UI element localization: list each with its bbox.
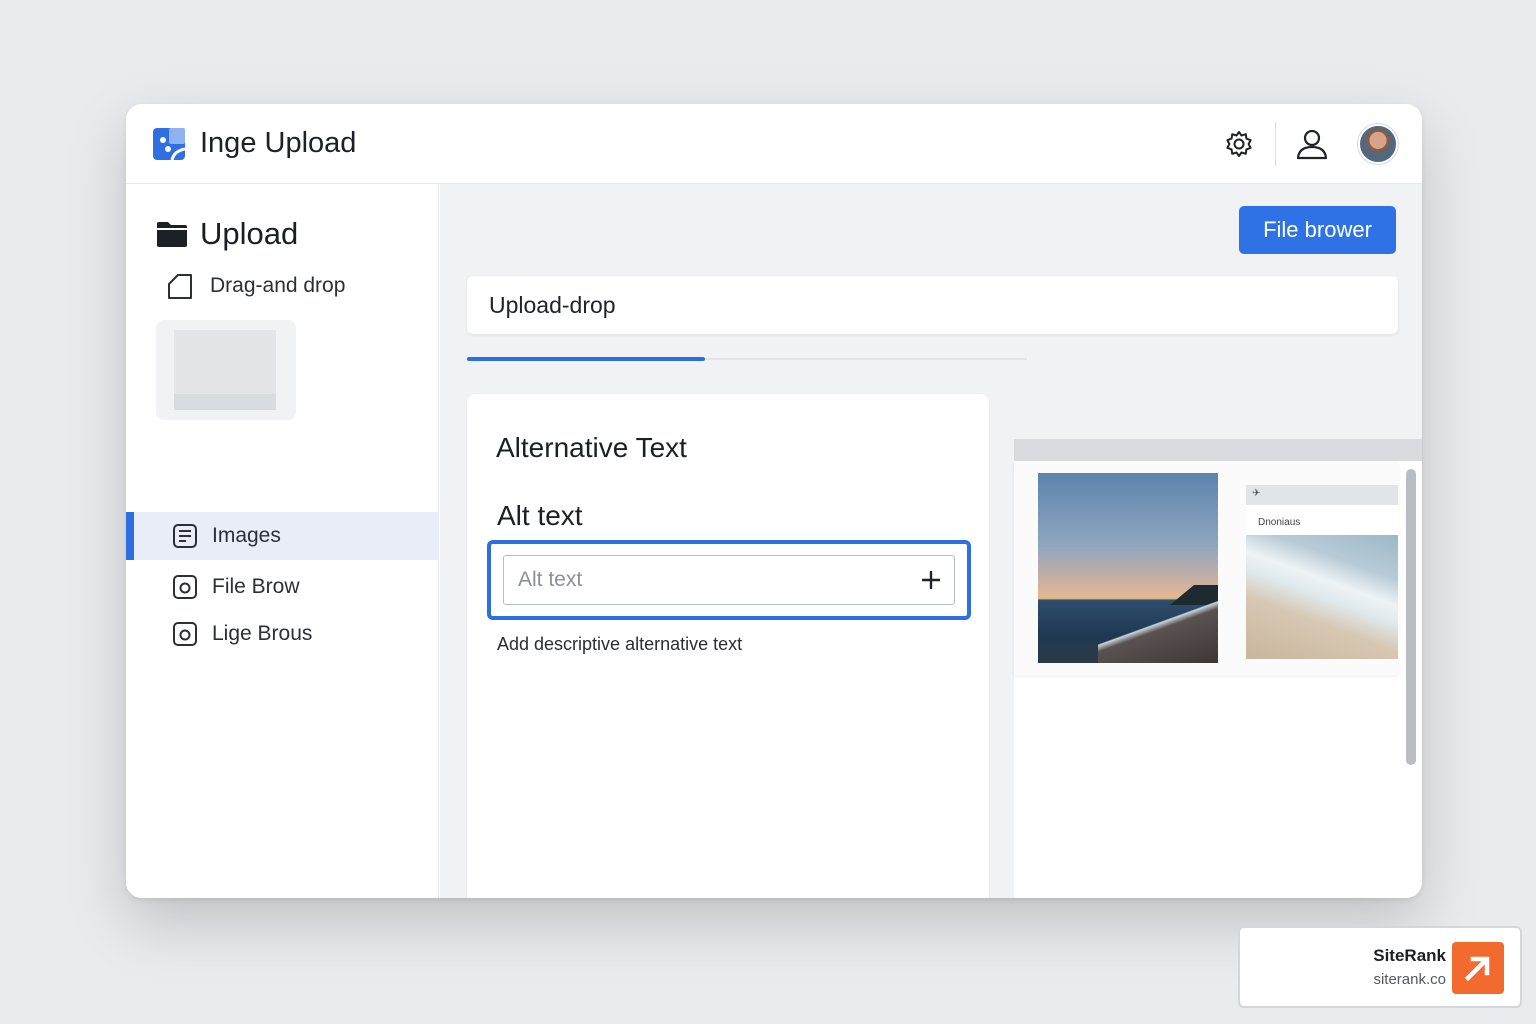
image-caption: Dnoniaus <box>1258 517 1301 528</box>
user-icon[interactable] <box>1290 122 1334 166</box>
sidebar-item-label: File Brow <box>212 575 300 598</box>
mini-card-toolbar <box>1246 485 1398 505</box>
helper-text: Add descriptive alternative text <box>497 634 743 654</box>
thumbnail-placeholder <box>174 330 276 410</box>
plus-icon[interactable] <box>913 562 949 598</box>
avatar[interactable] <box>1358 124 1398 164</box>
camera-icon <box>173 575 197 599</box>
main-content: File brower Upload-drop Alternative Text… <box>440 184 1422 898</box>
pin-icon: ✈ <box>1252 488 1261 499</box>
sunset-beach-image[interactable] <box>1038 473 1218 663</box>
home-icon <box>168 274 192 299</box>
app-title: Inge Upload <box>200 127 357 159</box>
sidebar-heading: Upload <box>156 216 298 252</box>
card-title: Alternative Text <box>496 432 687 463</box>
alt-text-card: Alternative Text Alt text Add descriptiv… <box>467 394 989 898</box>
sidebar-item-label: Lige Brous <box>212 622 313 645</box>
upload-thumbnail[interactable] <box>156 320 296 420</box>
shoreline <box>1098 593 1218 663</box>
header-divider <box>1275 122 1276 166</box>
sidebar-heading-label: Upload <box>200 216 299 251</box>
image-detail-card[interactable]: ✈ Dnoniaus <box>1246 485 1398 659</box>
drag-and-drop-label: Drag-and drop <box>210 274 346 297</box>
alt-text-input[interactable] <box>503 555 955 605</box>
drag-and-drop-item[interactable]: Drag-and drop <box>166 272 345 300</box>
active-tab-indicator[interactable] <box>467 357 705 361</box>
header-actions <box>1217 122 1398 166</box>
list-icon <box>173 524 197 548</box>
gear-icon[interactable] <box>1217 122 1261 166</box>
file-browser-button[interactable]: File brower <box>1239 206 1396 254</box>
sidebar-item-images[interactable]: Images <box>126 512 439 560</box>
waves-beach-image <box>1246 535 1398 659</box>
upload-drop-bar[interactable]: Upload-drop <box>467 276 1398 334</box>
folder-icon <box>157 222 187 247</box>
image-preview-panel: ✈ Dnoniaus <box>1014 439 1422 898</box>
alt-text-label: Alt text <box>497 500 583 531</box>
top-bar: Inge Upload <box>126 104 1422 184</box>
arrow-up-right-icon <box>1452 942 1504 994</box>
scrollbar[interactable] <box>1406 469 1416 765</box>
sidebar-item-file-brow[interactable]: File Brow <box>126 563 439 611</box>
sidebar: Upload Drag-and drop Images File Brow Li… <box>126 184 439 898</box>
app-logo-icon <box>153 127 186 160</box>
watermark-name: SiteRank <box>1373 946 1446 965</box>
camera-icon <box>173 622 197 646</box>
watermark-url: siterank.co <box>1373 971 1446 988</box>
sidebar-item-label: Images <box>212 524 281 547</box>
preview-header <box>1014 439 1422 461</box>
app-window: Inge Upload Upload Drag-and drop Images … <box>126 104 1422 898</box>
sidebar-item-lige-brous[interactable]: Lige Brous <box>126 610 439 658</box>
watermark-badge: SiteRank siterank.co <box>1238 926 1522 1008</box>
